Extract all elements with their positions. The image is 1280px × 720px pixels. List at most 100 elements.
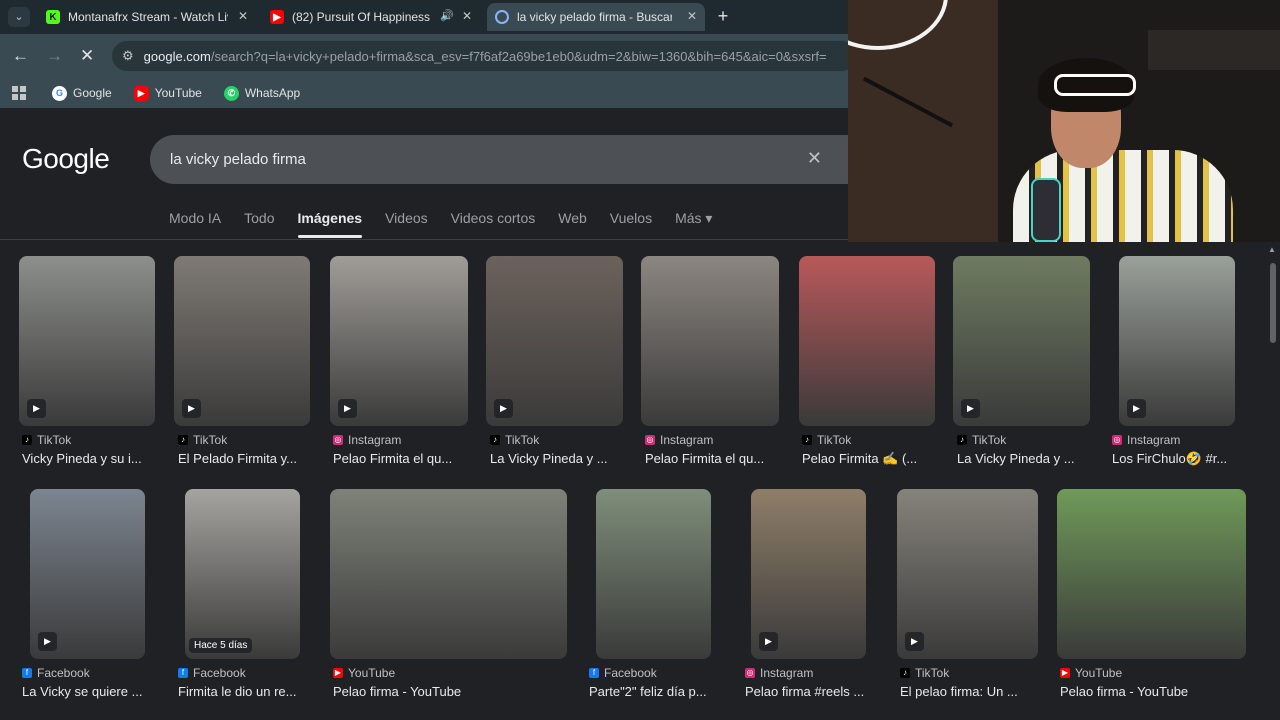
result-title[interactable]: Pelao firma #reels ... (745, 684, 885, 699)
result-thumbnail[interactable] (330, 489, 567, 659)
tab-todo[interactable]: Todo (244, 210, 274, 227)
tab-google-search[interactable]: la vicky pelado firma - Buscar c ✕ (487, 3, 705, 31)
result-title[interactable]: Pelao Firmita el qu... (333, 451, 481, 466)
facebook-icon: f (589, 668, 599, 678)
tiktok-icon: ♪ (900, 668, 910, 678)
result-title[interactable]: Pelao Firmita ✍️ (... (802, 451, 948, 467)
facebook-icon: f (178, 668, 188, 678)
close-icon[interactable]: ✕ (238, 9, 248, 23)
result-thumbnail[interactable]: Hace 5 días (185, 489, 300, 659)
result-source[interactable]: ♪ TikTok (490, 433, 539, 447)
result-title[interactable]: Parte"2" feliz día p... (589, 684, 729, 699)
tab-vuelos[interactable]: Vuelos (610, 210, 652, 227)
search-tabs: Modo IA Todo Imágenes Videos Videos cort… (169, 210, 735, 238)
result-source[interactable]: ▶ YouTube (333, 666, 395, 680)
tab-label: la vicky pelado firma - Buscar c (517, 10, 672, 24)
scrollbar-thumb[interactable] (1270, 263, 1276, 343)
result-source[interactable]: f Facebook (589, 666, 657, 680)
tab-montanafrx[interactable]: K Montanafrx Stream - Watch Live ✕ (38, 3, 256, 31)
result-title[interactable]: Pelao firma - YouTube (1060, 684, 1259, 699)
result-title[interactable]: El Pelado Firmita y... (178, 451, 324, 466)
close-icon[interactable]: ✕ (687, 9, 697, 23)
result-source[interactable]: f Facebook (22, 666, 90, 680)
youtube-icon: ▶ (133, 85, 149, 101)
close-icon[interactable]: ✕ (462, 9, 472, 23)
webcam-shelf (1148, 30, 1280, 70)
result-title[interactable]: Pelao Firmita el qu... (645, 451, 793, 466)
tab-imagenes[interactable]: Imágenes (297, 210, 362, 238)
play-icon: ▶ (338, 399, 357, 418)
result-thumbnail[interactable]: ▶ (30, 489, 145, 659)
tab-mas[interactable]: Más ▾ (675, 210, 712, 227)
result-thumbnail[interactable] (1057, 489, 1246, 659)
result-thumbnail[interactable]: ▶ (330, 256, 468, 426)
result-title[interactable]: Pelao firma - YouTube (333, 684, 580, 699)
result-source-name: TikTok (505, 433, 540, 447)
page-scrollbar[interactable]: ▲ (1268, 243, 1278, 720)
result-source[interactable]: ♪ TikTok (957, 433, 1006, 447)
youtube-icon: ▶ (333, 668, 343, 678)
result-thumbnail[interactable] (641, 256, 779, 426)
clear-icon[interactable]: ✕ (807, 148, 822, 169)
result-thumbnail[interactable]: ▶ (1119, 256, 1235, 426)
google-logo[interactable]: Google (22, 143, 110, 175)
result-source[interactable]: f Facebook (178, 666, 246, 680)
result-title[interactable]: Los FirChulo🤣 #r... (1112, 451, 1252, 467)
instagram-icon: ◎ (745, 668, 755, 678)
tab-videos-cortos[interactable]: Videos cortos (451, 210, 536, 227)
result-source[interactable]: ◎ Instagram (745, 666, 813, 680)
tab-search-button[interactable]: ⌄ (8, 7, 30, 27)
address-bar[interactable]: ⚙ google.com/search?q=la+vicky+pelado+fi… (112, 41, 857, 71)
bookmark-youtube[interactable]: ▶ YouTube (133, 85, 202, 101)
tab-strip: ⌄ K Montanafrx Stream - Watch Live ✕ ▶ (… (0, 0, 848, 34)
stop-loading-icon[interactable]: ✕ (80, 46, 94, 66)
result-title[interactable]: La Vicky se quiere ... (22, 684, 162, 699)
play-icon: ▶ (961, 399, 980, 418)
result-title[interactable]: La Vicky Pineda y ... (490, 451, 637, 466)
tab-videos[interactable]: Videos (385, 210, 428, 227)
result-thumbnail[interactable]: ▶ (19, 256, 155, 426)
result-source-name: Instagram (348, 433, 402, 447)
result-source-name: Instagram (760, 666, 814, 680)
result-title[interactable]: La Vicky Pineda y ... (957, 451, 1104, 466)
apps-grid-icon[interactable] (12, 86, 26, 100)
play-icon: ▶ (27, 399, 46, 418)
back-arrow-icon[interactable]: ← (12, 46, 29, 66)
result-thumbnail[interactable] (596, 489, 711, 659)
result-thumbnail[interactable]: ▶ (174, 256, 310, 426)
tab-web[interactable]: Web (558, 210, 587, 227)
bookmark-google[interactable]: G Google (52, 85, 112, 101)
scroll-up-arrow-icon[interactable]: ▲ (1268, 245, 1276, 254)
result-source-name: TikTok (972, 433, 1007, 447)
result-thumbnail[interactable]: ▶ (897, 489, 1038, 659)
search-input[interactable]: la vicky pelado firma ✕ (150, 135, 850, 184)
result-thumbnail[interactable]: ▶ (751, 489, 866, 659)
result-source[interactable]: ◎ Instagram (1112, 433, 1180, 447)
tab-modo-ia[interactable]: Modo IA (169, 210, 221, 227)
result-title[interactable]: Vicky Pineda y su i... (22, 451, 168, 466)
bookmark-whatsapp[interactable]: ✆ WhatsApp (223, 85, 300, 101)
result-thumbnail[interactable]: ▶ (953, 256, 1090, 426)
result-title[interactable]: El pelao firma: Un ... (900, 684, 1051, 699)
forward-arrow-icon[interactable]: → (46, 46, 63, 66)
youtube-icon: ▶ (270, 10, 284, 24)
url-host: google.com (143, 48, 211, 64)
tab-pursuit-of-happiness[interactable]: ▶ (82) Pursuit Of Happiness (Ex 🔊 ✕ (262, 3, 480, 31)
tiktok-icon: ♪ (490, 435, 500, 445)
new-tab-button[interactable]: + (713, 6, 733, 27)
result-thumbnail[interactable]: ▶ (486, 256, 623, 426)
result-source-name: TikTok (817, 433, 852, 447)
site-settings-icon[interactable]: ⚙ (122, 48, 134, 64)
result-source[interactable]: ◎ Instagram (333, 433, 401, 447)
speaker-icon[interactable]: 🔊 (440, 9, 454, 22)
result-source[interactable]: ◎ Instagram (645, 433, 713, 447)
result-source[interactable]: ♪ TikTok (22, 433, 71, 447)
result-source[interactable]: ♪ TikTok (900, 666, 949, 680)
result-source[interactable]: ▶ YouTube (1060, 666, 1122, 680)
result-source[interactable]: ♪ TikTok (178, 433, 227, 447)
result-source[interactable]: ♪ TikTok (802, 433, 851, 447)
play-icon: ▶ (759, 632, 778, 651)
result-thumbnail[interactable] (799, 256, 935, 426)
result-source-name: Facebook (604, 666, 657, 680)
result-title[interactable]: Firmita le dio un re... (178, 684, 318, 699)
